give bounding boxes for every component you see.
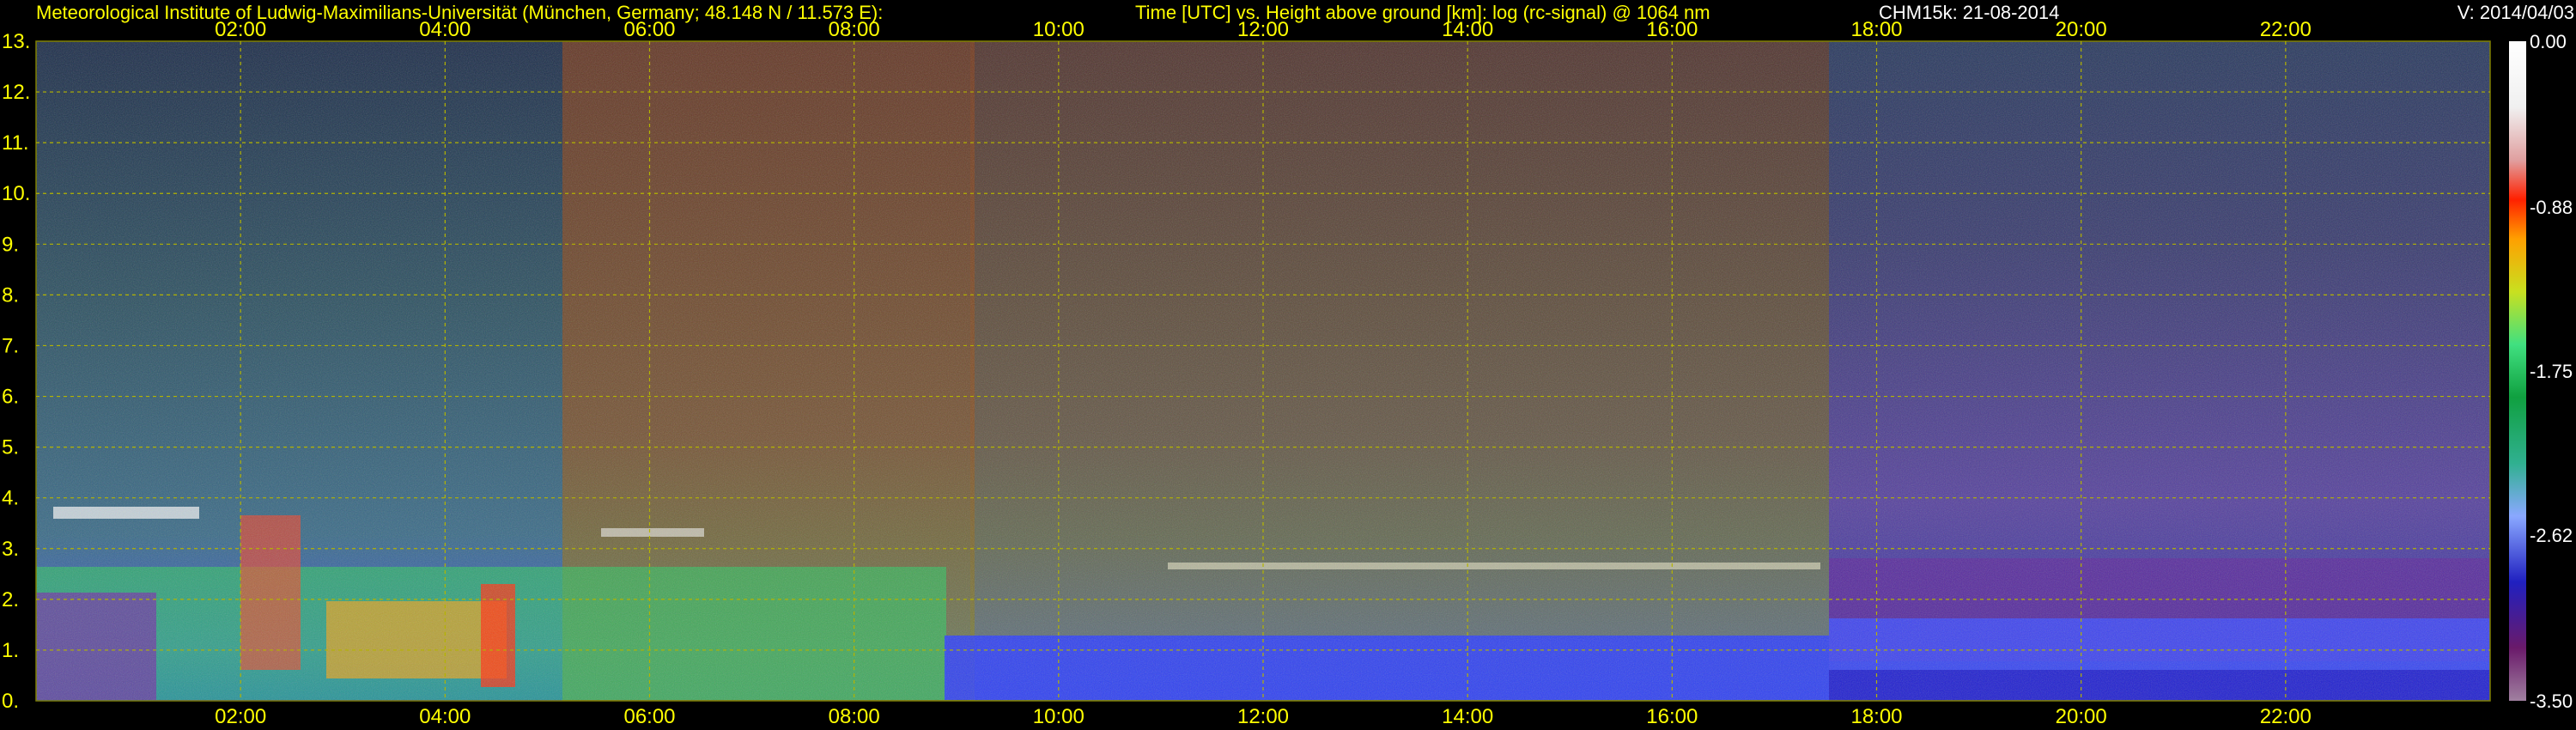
x-axis-bottom: 02:00 04:00 06:00 08:00 10:00 12:00 14:00 16:00… [215,705,2312,728]
y-tick-label: 3. [2,538,19,561]
x-tick-label-top: 18:00 [1850,18,1902,41]
y-tick-label: 10. [2,182,30,205]
x-tick-label-bottom: 02:00 [215,705,266,728]
x-tick-label-top: 02:00 [215,18,266,41]
x-tick-label-top: 14:00 [1442,18,1493,41]
x-tick-label-bottom: 12:00 [1237,705,1289,728]
colorbar-tick-label: -0.88 [2530,197,2573,218]
x-tick-label-bottom: 18:00 [1850,705,1902,728]
x-tick-label-top: 22:00 [2260,18,2312,41]
x-tick-label-bottom: 20:00 [2056,705,2107,728]
y-axis: 0. 1. 2. 3. 4. 5. 6. 7. 8. 9. 10. 11. 12. 13. [2,30,30,713]
x-tick-label-bottom: 04:00 [419,705,471,728]
colorbar [2509,41,2526,701]
x-tick-label-bottom: 22:00 [2260,705,2312,728]
x-tick-label-top: 12:00 [1237,18,1289,41]
y-tick-label: 11. [2,131,29,155]
version-label: V: 2014/04/03 [2458,2,2574,23]
y-tick-label: 13. [2,30,30,53]
colorbar-ticks: 0.00 -0.88 -1.75 -2.62 -3.50 [2530,31,2573,712]
x-tick-label-bottom: 10:00 [1033,705,1084,728]
y-tick-label: 2. [2,588,19,611]
y-tick-label: 6. [2,386,19,409]
y-tick-label: 9. [2,233,19,256]
y-tick-label: 5. [2,436,19,459]
y-tick-label: 0. [2,690,19,713]
colorbar-tick-label: -3.50 [2530,690,2573,712]
x-tick-label-bottom: 08:00 [829,705,880,728]
x-tick-label-top: 08:00 [829,18,880,41]
x-tick-label-top: 20:00 [2056,18,2107,41]
instrument-date-label: CHM15k: 21-08-2014 [1879,2,2059,23]
x-tick-label-top: 16:00 [1646,18,1698,41]
chart-title: Time [UTC] vs. Height above ground [km]:… [1135,2,1710,23]
y-tick-label: 8. [2,283,19,307]
x-tick-label-bottom: 16:00 [1646,705,1698,728]
x-tick-label-top: 06:00 [623,18,675,41]
x-tick-label-bottom: 06:00 [623,705,675,728]
y-tick-label: 1. [2,639,19,662]
y-tick-label: 4. [2,487,19,510]
x-tick-label-bottom: 14:00 [1442,705,1493,728]
y-tick-label: 12. [2,81,30,104]
lidar-backscatter-chart: Meteorological Institute of Ludwig-Maxim… [2,2,2574,728]
y-tick-label: 7. [2,334,19,357]
colorbar-tick-label: -1.75 [2530,361,2573,382]
colorbar-tick-label: 0.00 [2530,31,2567,52]
x-tick-label-top: 04:00 [419,18,471,41]
x-tick-label-top: 10:00 [1033,18,1084,41]
colorbar-tick-label: -2.62 [2530,525,2573,546]
